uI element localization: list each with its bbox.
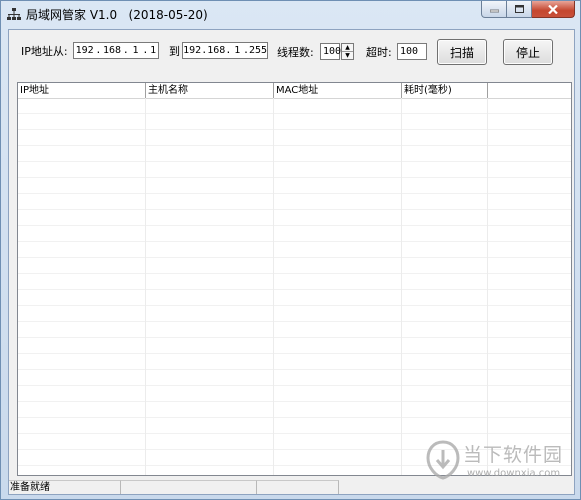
ip-to-octet-3: 1 bbox=[234, 45, 241, 56]
title-bar[interactable]: 局域网管家 V1.0 (2018-05-20) bbox=[1, 1, 580, 27]
ip-from-label: IP地址从: bbox=[21, 45, 68, 58]
results-list[interactable]: IP地址 主机名称 MAC地址 耗时(毫秒) bbox=[17, 82, 572, 476]
threads-stepper[interactable]: ▲ ▼ bbox=[341, 43, 354, 60]
stepper-down-icon[interactable]: ▼ bbox=[342, 52, 353, 59]
close-button[interactable] bbox=[532, 1, 575, 18]
ip-to-input[interactable]: 192. 168. 1. 255 bbox=[182, 42, 268, 59]
ip-from-input[interactable]: 192. 168. 1. 1 bbox=[73, 42, 159, 59]
minimize-icon bbox=[489, 9, 499, 13]
list-rows bbox=[18, 98, 571, 475]
column-ip[interactable]: IP地址 bbox=[18, 83, 146, 98]
ip-to-octet-4: 255 bbox=[249, 45, 268, 56]
watermark-title: 当下软件园 bbox=[463, 444, 564, 466]
downxia-logo-icon bbox=[426, 440, 460, 480]
scan-settings: IP地址从: 192. 168. 1. 1 到 192. 168. 1. 255… bbox=[9, 30, 574, 80]
ip-from-octet-3: 1 bbox=[132, 45, 139, 56]
watermark: 当下软件园 www.downxia.com bbox=[425, 432, 565, 488]
window-title: 局域网管家 V1.0 (2018-05-20) bbox=[26, 8, 208, 22]
timeout-label: 超时: bbox=[366, 46, 392, 59]
status-pane-2 bbox=[121, 480, 257, 494]
stop-button[interactable]: 停止 bbox=[503, 39, 553, 65]
column-mac[interactable]: MAC地址 bbox=[274, 83, 402, 98]
threads-input[interactable]: 100 bbox=[320, 43, 341, 60]
watermark-url: www.downxia.com bbox=[467, 468, 561, 479]
timeout-input[interactable]: 100 bbox=[397, 43, 427, 60]
to-label: 到 bbox=[169, 45, 180, 58]
ip-from-octet-2: 168 bbox=[103, 45, 122, 56]
status-pane-3 bbox=[257, 480, 339, 494]
maximize-icon bbox=[514, 5, 524, 13]
maximize-button[interactable] bbox=[507, 1, 532, 18]
column-latency[interactable]: 耗时(毫秒) bbox=[402, 83, 488, 98]
threads-label: 线程数: bbox=[277, 46, 314, 59]
ip-from-octet-4: 1 bbox=[150, 45, 157, 56]
app-window: 局域网管家 V1.0 (2018-05-20) IP地址从: 192. 168.… bbox=[0, 0, 581, 500]
column-hostname[interactable]: 主机名称 bbox=[146, 83, 274, 98]
minimize-button[interactable] bbox=[481, 1, 507, 18]
status-text: 准备就绪 bbox=[9, 480, 121, 494]
close-icon bbox=[548, 4, 558, 14]
network-icon bbox=[7, 8, 21, 20]
stepper-up-icon[interactable]: ▲ bbox=[342, 44, 353, 52]
caption-buttons bbox=[481, 1, 575, 20]
ip-from-octet-1: 192 bbox=[75, 45, 94, 56]
ip-to-octet-2: 168 bbox=[207, 45, 226, 56]
scan-button[interactable]: 扫描 bbox=[437, 39, 487, 65]
list-header: IP地址 主机名称 MAC地址 耗时(毫秒) bbox=[18, 83, 571, 99]
client-area: IP地址从: 192. 168. 1. 1 到 192. 168. 1. 255… bbox=[8, 29, 575, 495]
ip-to-octet-1: 192 bbox=[183, 45, 202, 56]
